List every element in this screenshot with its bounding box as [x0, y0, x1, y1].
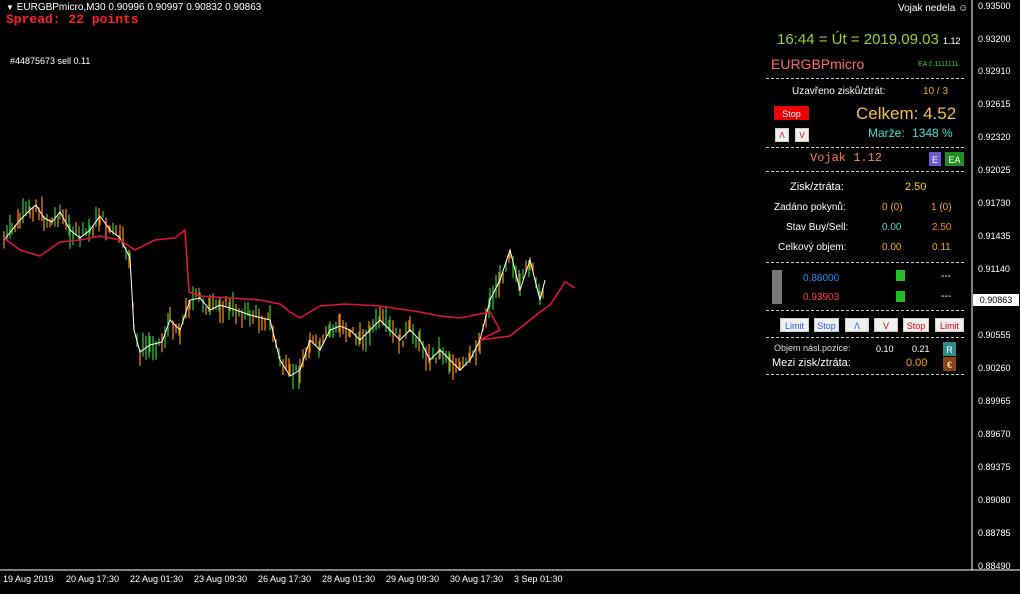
- ea-number: EA č.1111111: [918, 61, 959, 68]
- price-tick-label: 0.93200: [978, 34, 1011, 44]
- price-tick-label: 0.91730: [978, 198, 1011, 208]
- time-tick-label: 29 Aug 09:30: [386, 574, 440, 584]
- sell-stop-button[interactable]: Stop: [903, 318, 929, 332]
- level-low: 0.88000: [803, 273, 840, 284]
- r-button[interactable]: R: [943, 342, 956, 356]
- separator: [766, 171, 964, 172]
- margin-label: Marže:: [868, 126, 905, 140]
- ea-status: Vojak nedela ☺: [898, 3, 968, 14]
- price-tick-label: 0.88490: [978, 561, 1011, 571]
- orders-label: Zadáno pokynů:: [774, 202, 846, 213]
- ea-status-label: Vojak nedela: [898, 3, 956, 14]
- price-tick-label: 0.89965: [978, 396, 1011, 406]
- separator: [766, 78, 964, 79]
- level-low-marker[interactable]: [896, 270, 905, 281]
- buy-stop-button[interactable]: Stop: [814, 318, 839, 332]
- price-tick-label: 0.89080: [978, 495, 1011, 505]
- next-volume-b: 0.21: [912, 344, 930, 354]
- time-tick-label: 26 Aug 17:30: [258, 574, 312, 584]
- level-high-dash: ---: [941, 291, 951, 302]
- buy-limit-button[interactable]: Limit: [780, 318, 809, 332]
- price-tick-label: 0.88785: [978, 528, 1011, 538]
- price-tick-label: 0.92910: [978, 66, 1011, 76]
- level-high: 0.93903: [803, 292, 840, 303]
- time-tick-label: 22 Aug 01:30: [130, 574, 184, 584]
- pl-value: 2.50: [905, 181, 927, 193]
- level-high-marker[interactable]: [896, 291, 905, 302]
- price-tick-label: 0.92615: [978, 99, 1011, 109]
- candles-layer: [3, 196, 544, 390]
- level-slider[interactable]: [772, 270, 782, 304]
- time-tick-label: 3 Sep 01:30: [514, 574, 563, 584]
- price-tick-label: 0.89670: [978, 429, 1011, 439]
- pl-label: Zisk/ztráta:: [790, 181, 844, 193]
- down-button[interactable]: V: [795, 128, 809, 142]
- closed-label: Uzavřeno zisků/ztrát:: [792, 86, 886, 97]
- time-tick-label: 28 Aug 01:30: [322, 574, 376, 584]
- price-tick-label: 0.90260: [978, 363, 1011, 373]
- current-price-tag: 0.90863: [973, 294, 1019, 306]
- panel-symbol: EURGBPmicro: [771, 56, 865, 72]
- time-tick-label: 19 Aug 2019: [3, 574, 54, 584]
- ea-button[interactable]: EA: [945, 152, 964, 166]
- margin-info: Marže: 1348 %: [868, 126, 953, 140]
- price-tick-label: 0.90555: [978, 330, 1011, 340]
- price-tick-label: 0.91435: [978, 231, 1011, 241]
- price-tick-label: 0.92025: [978, 165, 1011, 175]
- volume-buy: 0.00: [882, 242, 902, 253]
- separator: [766, 262, 964, 263]
- level-low-dash: ---: [941, 271, 951, 282]
- sell-button[interactable]: V: [874, 318, 898, 332]
- next-volume-a: 0.10: [876, 344, 894, 354]
- price-tick-label: 0.89375: [978, 462, 1011, 472]
- state-label: Stav Buy/Sell:: [786, 222, 849, 233]
- time-tick-label: 30 Aug 17:30: [450, 574, 504, 584]
- clock-text: 16:44 = Út = 2019.09.03: [777, 31, 939, 48]
- time-tick-label: 23 Aug 09:30: [194, 574, 248, 584]
- sell-limit-button[interactable]: Limit: [935, 318, 964, 332]
- clock-version: 1.12: [942, 36, 961, 46]
- panel-title: Vojak 1.12: [810, 151, 883, 165]
- euro-button[interactable]: €: [943, 357, 956, 371]
- inter-value: 0.00: [906, 357, 928, 369]
- smiley-icon: ☺: [958, 3, 969, 14]
- volume-sell: 0.11: [932, 242, 951, 253]
- state-sell: 2.50: [932, 222, 952, 233]
- inter-label: Mezi zisk/ztráta:: [772, 357, 851, 369]
- separator: [766, 374, 964, 375]
- price-tick-label: 0.92320: [978, 132, 1011, 142]
- e-button[interactable]: E: [929, 152, 941, 166]
- up-button[interactable]: Λ: [775, 128, 789, 142]
- price-tick-label: 0.91140: [978, 264, 1010, 274]
- state-buy: 0.00: [882, 222, 902, 233]
- red-indicator-line: [3, 228, 576, 341]
- chart-dropdown-icon[interactable]: ▼: [6, 3, 14, 12]
- spread-label: Spread: 22 points: [6, 12, 139, 27]
- buy-button[interactable]: Λ: [845, 318, 869, 332]
- white-indicator-line: [3, 204, 546, 377]
- separator: [766, 337, 964, 338]
- separator: [766, 147, 964, 148]
- orders-sell: 1 (0): [931, 202, 952, 213]
- order-label: #44875673 sell 0.11: [10, 56, 91, 66]
- next-volume-label: Objem násl.pozice:: [774, 343, 851, 353]
- panel-clock: 16:44 = Út = 2019.09.03 1.12: [777, 31, 961, 48]
- orders-buy: 0 (0): [882, 202, 903, 213]
- time-tick-label: 20 Aug 17:30: [66, 574, 120, 584]
- stop-button[interactable]: Stop: [774, 106, 809, 120]
- closed-value: 10 / 3: [923, 86, 949, 97]
- volume-label: Celkový objem:: [778, 242, 847, 253]
- total-label: Celkem: 4.52: [856, 104, 957, 123]
- margin-value: 1348 %: [912, 126, 953, 140]
- price-tick-label: 0.93500: [978, 1, 1011, 11]
- separator: [766, 310, 964, 311]
